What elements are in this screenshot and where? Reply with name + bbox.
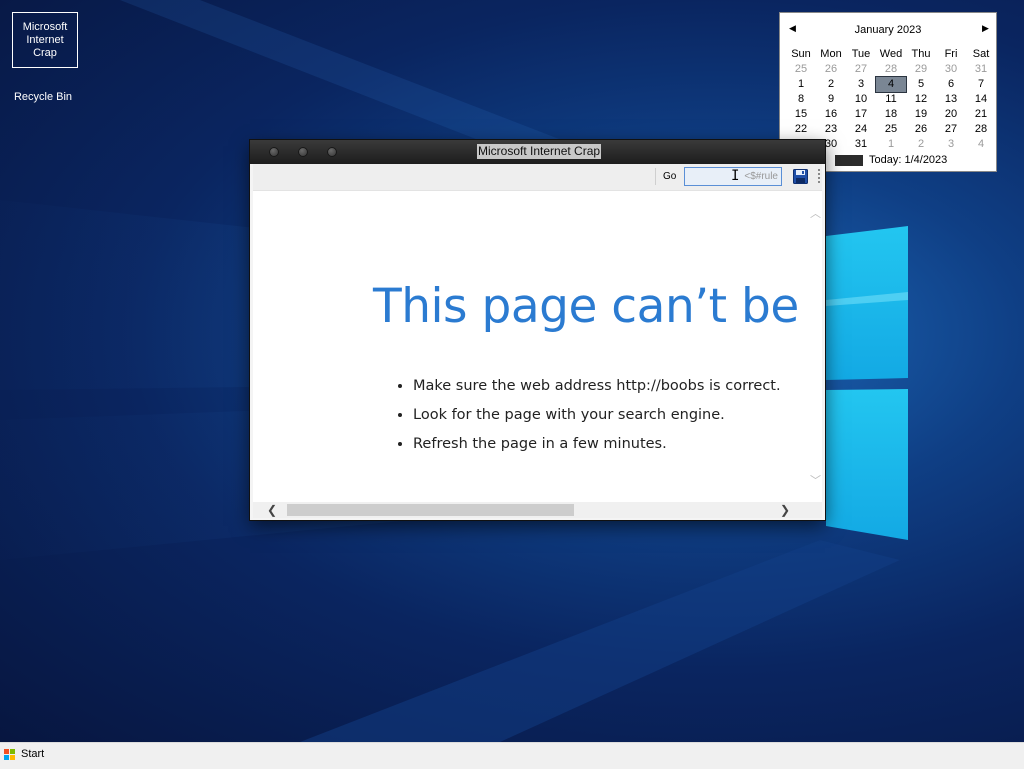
- calendar-day[interactable]: 7: [966, 77, 996, 92]
- vertical-scrollbar-track[interactable]: ︿ ﹀: [809, 191, 822, 502]
- browser-toolbar: Go I: [253, 164, 822, 191]
- toolbar-divider: [655, 168, 656, 185]
- calendar-day[interactable]: 27: [936, 122, 966, 137]
- calendar-month-label: January 2023: [854, 24, 922, 36]
- toolbar-grip[interactable]: [818, 169, 820, 185]
- minimize-button[interactable]: [298, 147, 308, 157]
- today-swatch: [835, 154, 863, 166]
- start-button[interactable]: Start: [4, 748, 44, 760]
- calendar-day[interactable]: 28: [966, 122, 996, 137]
- calendar-day[interactable]: 31: [846, 137, 876, 152]
- calendar-day[interactable]: 6: [936, 77, 966, 92]
- calendar-day[interactable]: 18: [876, 107, 906, 122]
- weekday-header: Sun: [791, 48, 811, 60]
- weekday-header: Tue: [851, 48, 871, 60]
- calendar-day-outside[interactable]: 2: [906, 137, 936, 152]
- weekday-header: Sat: [972, 48, 990, 60]
- calendar-day-outside[interactable]: 1: [876, 137, 906, 152]
- tips-list: Make sure the web address http://boobs i…: [395, 372, 781, 459]
- calendar-today[interactable]: Today: 1/4/2023: [835, 154, 947, 166]
- desktop-icon-label: Recycle Bin: [13, 91, 73, 103]
- chevron-left-icon[interactable]: ❮: [267, 503, 277, 517]
- calendar-day[interactable]: 2: [816, 77, 846, 92]
- weekday-header: Mon: [820, 48, 842, 60]
- chevron-up-icon[interactable]: ︿: [810, 205, 821, 221]
- calendar-day-outside[interactable]: 31: [966, 62, 996, 77]
- calendar-day[interactable]: 15: [786, 107, 816, 122]
- maximize-button[interactable]: [327, 147, 337, 157]
- calendar-day-outside[interactable]: 29: [906, 62, 936, 77]
- calendar-day[interactable]: 19: [906, 107, 936, 122]
- calendar-day[interactable]: 22: [786, 122, 816, 137]
- list-item: Look for the page with your search engin…: [413, 401, 781, 430]
- triangle-right-icon[interactable]: ▶: [982, 23, 989, 34]
- calendar-day-outside[interactable]: 27: [846, 62, 876, 77]
- calendar-day-outside[interactable]: 4: [966, 137, 996, 152]
- list-item: Refresh the page in a few minutes.: [413, 430, 781, 459]
- list-item: Make sure the web address http://boobs i…: [413, 372, 781, 401]
- calendar-day[interactable]: 25: [876, 122, 906, 137]
- desktop-icon-internet-crap[interactable]: Microsoft Internet Crap: [12, 12, 78, 68]
- start-label: Start: [21, 748, 45, 760]
- close-button[interactable]: [269, 147, 279, 157]
- weekday-header: Thu: [911, 48, 931, 60]
- calendar-day[interactable]: 5: [906, 77, 936, 92]
- floppy-disk-icon[interactable]: [793, 169, 808, 184]
- calendar-day-outside[interactable]: 28: [876, 62, 906, 77]
- calendar-day[interactable]: 23: [816, 122, 846, 137]
- calendar-day[interactable]: 9: [816, 92, 846, 107]
- calendar-day[interactable]: 13: [936, 92, 966, 107]
- calendar-day-outside[interactable]: 26: [816, 62, 846, 77]
- weekday-header: Wed: [879, 48, 903, 60]
- window-titlebar[interactable]: Microsoft Internet Crap: [250, 140, 825, 164]
- desktop: Microsoft Internet Crap Recycle Bin ◀ Ja…: [0, 0, 1024, 742]
- calendar-grid: Sun Mon Tue Wed Thu Fri Sat 25 26 27 28 29 30 31 1 2 3 4 5…: [786, 47, 996, 152]
- taskbar: Start: [0, 742, 1024, 769]
- window-title: Microsoft Internet Crap: [477, 144, 602, 159]
- horizontal-scrollbar[interactable]: ❮ ❯: [253, 502, 822, 518]
- i-beam-cursor-icon: I: [731, 168, 740, 184]
- page-content: This page can’t be d Make sure the web a…: [253, 191, 822, 502]
- chevron-down-icon[interactable]: ﹀: [810, 472, 821, 488]
- today-label: Today: 1/4/2023: [869, 154, 948, 166]
- go-button[interactable]: Go: [663, 171, 676, 182]
- calendar-day-outside[interactable]: 25: [786, 62, 816, 77]
- calendar-day[interactable]: 12: [906, 92, 936, 107]
- calendar-day[interactable]: 20: [936, 107, 966, 122]
- weekday-header: Fri: [944, 48, 958, 60]
- calendar-day[interactable]: 8: [786, 92, 816, 107]
- calendar-day[interactable]: 11: [876, 92, 906, 107]
- error-heading: This page can’t be d: [373, 279, 822, 334]
- calendar-day[interactable]: 4: [875, 76, 907, 93]
- calendar-day[interactable]: 17: [846, 107, 876, 122]
- calendar-day-outside[interactable]: 30: [936, 62, 966, 77]
- calendar-day[interactable]: 10: [846, 92, 876, 107]
- browser-window: Microsoft Internet Crap Go I This page c…: [250, 140, 825, 520]
- calendar-day[interactable]: 1: [786, 77, 816, 92]
- calendar-day[interactable]: 16: [816, 107, 846, 122]
- calendar-day-outside[interactable]: 3: [936, 137, 966, 152]
- desktop-icon-label: Microsoft Internet Crap: [22, 21, 68, 59]
- calendar-day[interactable]: 26: [906, 122, 936, 137]
- windows-logo-icon: [4, 748, 15, 760]
- calendar-day[interactable]: 3: [846, 77, 876, 92]
- calendar-day[interactable]: 14: [966, 92, 996, 107]
- calendar-day[interactable]: 21: [966, 107, 996, 122]
- calendar-day[interactable]: 24: [846, 122, 876, 137]
- desktop-icon-recycle-bin[interactable]: Recycle Bin: [11, 91, 75, 104]
- chevron-right-icon[interactable]: ❯: [780, 503, 790, 517]
- scrollbar-thumb[interactable]: [287, 504, 574, 516]
